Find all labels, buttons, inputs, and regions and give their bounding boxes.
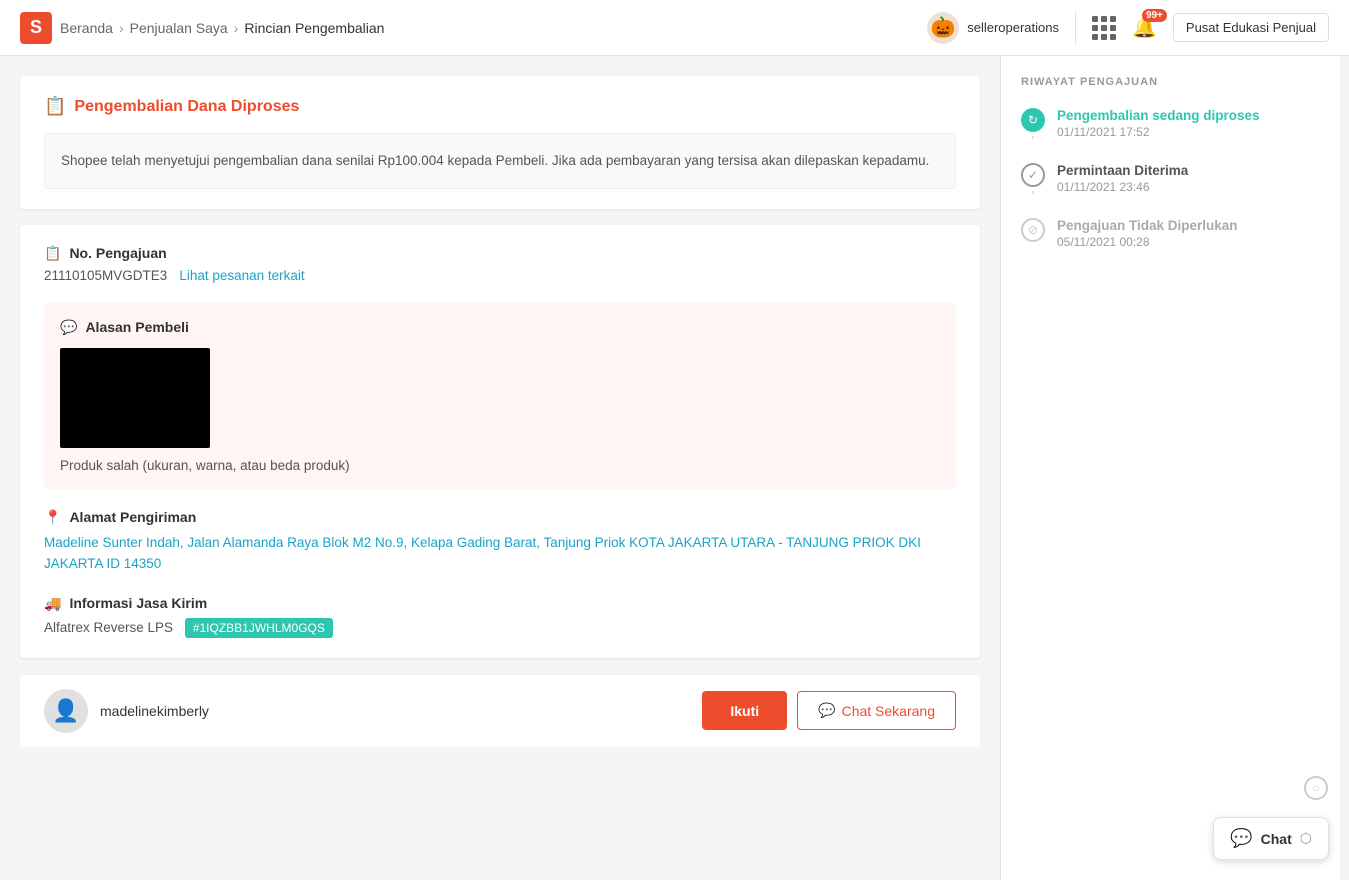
alamat-label: 📍 Alamat Pengiriman bbox=[44, 509, 956, 526]
timeline-left-3: ⊘ bbox=[1021, 218, 1045, 249]
header-divider bbox=[1075, 12, 1076, 44]
timeline-item-3: ⊘ Pengajuan Tidak Diperlukan 05/11/2021 … bbox=[1021, 218, 1320, 249]
seller-info: 🎃 selleroperations bbox=[927, 12, 1059, 44]
timeline-dot-3: ⊘ bbox=[1021, 218, 1045, 242]
header: S Beranda › Penjualan Saya › Rincian Pen… bbox=[0, 0, 1349, 56]
no-pengajuan-row: 📋 No. Pengajuan 21110105MVGDTE3 Lihat pe… bbox=[44, 245, 956, 283]
shopee-logo: S bbox=[20, 12, 52, 44]
alasan-image bbox=[60, 348, 210, 448]
timeline-date-1: 01/11/2021 17:52 bbox=[1057, 125, 1320, 139]
timeline-left-1: ↻ bbox=[1021, 108, 1045, 139]
timeline-item-2: ✓ Permintaan Diterima 01/11/2021 23:46 bbox=[1021, 163, 1320, 218]
edu-button[interactable]: Pusat Edukasi Penjual bbox=[1173, 13, 1329, 42]
timeline-date-3: 05/11/2021 00:28 bbox=[1057, 235, 1320, 249]
page-layout: 📋 Pengembalian Dana Diproses Shopee tela… bbox=[0, 56, 1349, 880]
breadcrumb-penjualan[interactable]: Penjualan Saya bbox=[130, 20, 228, 36]
user-info: 👤 madelinekimberly bbox=[44, 689, 209, 733]
breadcrumb-sep1: › bbox=[119, 20, 124, 36]
lihat-pesanan-link[interactable]: Lihat pesanan terkait bbox=[179, 268, 304, 283]
notification-badge: 99+ bbox=[1142, 9, 1167, 22]
alamat-icon: 📍 bbox=[44, 509, 61, 526]
alasan-section: 💬 Alasan Pembeli Produk salah (ukuran, w… bbox=[44, 303, 956, 489]
seller-name: selleroperations bbox=[967, 20, 1059, 35]
dana-info-text: Shopee telah menyetujui pengembalian dan… bbox=[61, 153, 929, 168]
jasa-kirim-label: 🚚 Informasi Jasa Kirim bbox=[44, 595, 956, 612]
follow-button[interactable]: Ikuti bbox=[702, 691, 787, 730]
breadcrumb: Beranda › Penjualan Saya › Rincian Penge… bbox=[60, 20, 384, 36]
timeline-item-1: ↻ Pengembalian sedang diproses 01/11/202… bbox=[1021, 108, 1320, 163]
jasa-kirim-value: Alfatrex Reverse LPS #1IQZBB1JWHLM0GQS bbox=[44, 618, 956, 638]
user-avatar: 👤 bbox=[44, 689, 88, 733]
seller-avatar: 🎃 bbox=[927, 12, 959, 44]
apps-icon[interactable] bbox=[1092, 16, 1116, 40]
tracking-badge[interactable]: #1IQZBB1JWHLM0GQS bbox=[185, 618, 333, 638]
alasan-label: 💬 Alasan Pembeli bbox=[60, 319, 940, 336]
timeline-dot-1: ↻ bbox=[1021, 108, 1045, 132]
timeline-line-2 bbox=[1032, 191, 1034, 194]
timeline: ↻ Pengembalian sedang diproses 01/11/202… bbox=[1021, 108, 1320, 249]
timeline-content-3: Pengajuan Tidak Diperlukan 05/11/2021 00… bbox=[1057, 218, 1320, 249]
timeline-label-2: Permintaan Diterima bbox=[1057, 163, 1320, 178]
timeline-line-1 bbox=[1032, 136, 1034, 139]
bottom-actions: Ikuti 💬 Chat Sekarang bbox=[702, 691, 956, 730]
chat-expand-icon: ⬡ bbox=[1300, 830, 1312, 847]
jasa-kirim-icon: 🚚 bbox=[44, 595, 61, 612]
jasa-kirim-row: 🚚 Informasi Jasa Kirim Alfatrex Reverse … bbox=[44, 595, 956, 638]
dana-icon: 📋 bbox=[44, 96, 66, 117]
timeline-label-3: Pengajuan Tidak Diperlukan bbox=[1057, 218, 1320, 233]
dana-title: 📋 Pengembalian Dana Diproses bbox=[44, 96, 956, 117]
breadcrumb-home[interactable]: Beranda bbox=[60, 20, 113, 36]
no-pengajuan-icon: 📋 bbox=[44, 245, 61, 262]
timeline-date-2: 01/11/2021 23:46 bbox=[1057, 180, 1320, 194]
sidebar-title: RIWAYAT PENGAJUAN bbox=[1021, 76, 1320, 88]
timeline-dot-2: ✓ bbox=[1021, 163, 1045, 187]
alamat-row: 📍 Alamat Pengiriman Madeline Sunter Inda… bbox=[44, 509, 956, 575]
notification-bell[interactable]: 🔔 99+ bbox=[1132, 15, 1157, 40]
dana-card: 📋 Pengembalian Dana Diproses Shopee tela… bbox=[20, 76, 980, 209]
timeline-content-2: Permintaan Diterima 01/11/2021 23:46 bbox=[1057, 163, 1320, 194]
timeline-label-1: Pengembalian sedang diproses bbox=[1057, 108, 1320, 123]
chat-float-button[interactable]: 💬 Chat ⬡ bbox=[1213, 817, 1329, 860]
detail-section: 📋 No. Pengajuan 21110105MVGDTE3 Lihat pe… bbox=[44, 245, 956, 638]
header-left: S Beranda › Penjualan Saya › Rincian Pen… bbox=[20, 12, 384, 44]
alasan-icon: 💬 bbox=[60, 319, 77, 336]
header-right: 🎃 selleroperations 🔔 99+ Pusat Edukasi P… bbox=[927, 12, 1329, 44]
sidebar: RIWAYAT PENGAJUAN ↻ Pengembalian sedang … bbox=[1000, 56, 1340, 880]
main-content: 📋 Pengembalian Dana Diproses Shopee tela… bbox=[0, 56, 1000, 880]
breadcrumb-sep2: › bbox=[234, 20, 239, 36]
scroll-indicator: ○ bbox=[1304, 776, 1328, 800]
dana-title-text: Pengembalian Dana Diproses bbox=[74, 98, 299, 116]
chat-sekarang-button[interactable]: 💬 Chat Sekarang bbox=[797, 691, 956, 730]
chat-float-icon: 💬 bbox=[1230, 828, 1252, 849]
alasan-text: Produk salah (ukuran, warna, atau beda p… bbox=[60, 458, 940, 473]
username: madelinekimberly bbox=[100, 703, 209, 719]
detail-card: 📋 No. Pengajuan 21110105MVGDTE3 Lihat pe… bbox=[20, 225, 980, 658]
no-pengajuan-value: 21110105MVGDTE3 Lihat pesanan terkait bbox=[44, 268, 956, 283]
no-pengajuan-label: 📋 No. Pengajuan bbox=[44, 245, 956, 262]
chat-icon: 💬 bbox=[818, 702, 835, 719]
dana-info-box: Shopee telah menyetujui pengembalian dan… bbox=[44, 133, 956, 189]
breadcrumb-current: Rincian Pengembalian bbox=[244, 20, 384, 36]
chat-float-label: Chat bbox=[1261, 831, 1292, 847]
timeline-content-1: Pengembalian sedang diproses 01/11/2021 … bbox=[1057, 108, 1320, 139]
timeline-left-2: ✓ bbox=[1021, 163, 1045, 194]
bottom-bar: 👤 madelinekimberly Ikuti 💬 Chat Sekarang bbox=[20, 674, 980, 747]
alamat-value: Madeline Sunter Indah, Jalan Alamanda Ra… bbox=[44, 532, 956, 575]
